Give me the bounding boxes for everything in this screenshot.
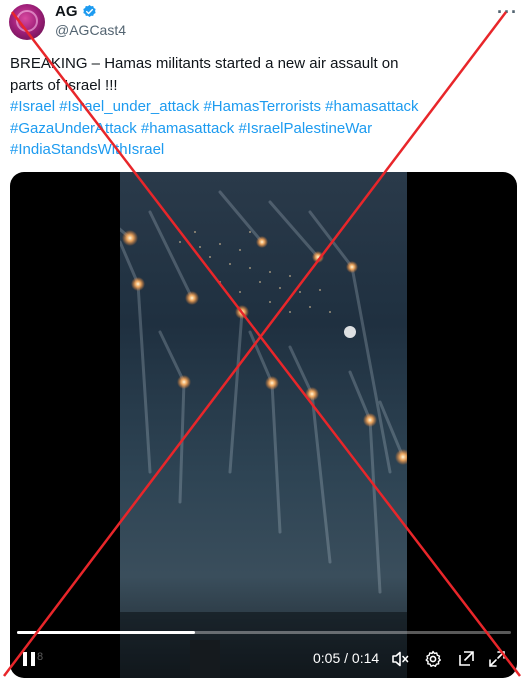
video-progress-bar[interactable] xyxy=(17,631,511,634)
hashtag-line-1: #Israel #Israel_under_attack #HamasTerro… xyxy=(10,96,450,118)
hashtag-link[interactable]: #GazaUnderAttack xyxy=(10,120,137,137)
verified-badge-icon xyxy=(82,4,96,17)
hashtag-link[interactable]: #HamasTerrorists xyxy=(203,98,321,115)
post-text: BREAKING – Hamas militants started a new… xyxy=(10,53,450,161)
author-name-row: AG xyxy=(55,3,97,20)
more-horizontal-icon[interactable]: ··· xyxy=(497,2,518,23)
video-player[interactable]: 8 0:05 / 0:14 xyxy=(10,172,517,678)
hashtag-link[interactable]: #hamasattack xyxy=(325,98,418,115)
video-frame[interactable] xyxy=(120,172,407,678)
hashtag-link[interactable]: #Israel xyxy=(10,98,55,115)
avatar[interactable] xyxy=(9,4,45,40)
hashtag-link[interactable]: #Israel_under_attack xyxy=(59,98,199,115)
video-progress-fill xyxy=(17,631,195,634)
pop-out-icon[interactable] xyxy=(456,649,476,669)
hashtag-link[interactable]: #IsraelPalestineWar xyxy=(238,120,372,137)
hashtag-link[interactable]: #hamasattack xyxy=(141,120,234,137)
mute-icon[interactable] xyxy=(390,649,410,669)
hashtag-link[interactable]: #IndiaStandsWithIsrael xyxy=(10,141,164,158)
post-text-line-2: parts of Israel !!! xyxy=(10,76,118,94)
tweet-card: AG @AGCast4 ··· BREAKING – Hamas militan… xyxy=(0,0,526,680)
hashtag-line-2: #GazaUnderAttack #hamasattack #IsraelPal… xyxy=(10,118,450,140)
settings-icon[interactable] xyxy=(423,649,443,669)
video-time: 0:05 / 0:14 xyxy=(313,650,380,666)
hashtag-line-3: #IndiaStandsWithIsrael xyxy=(10,139,450,161)
display-name[interactable]: AG xyxy=(55,3,78,20)
fullscreen-icon[interactable] xyxy=(487,649,507,669)
video-scene-art xyxy=(120,190,407,678)
user-handle[interactable]: @AGCast4 xyxy=(55,22,126,38)
post-text-line-1: BREAKING – Hamas militants started a new… xyxy=(10,55,399,72)
video-watermark: 8 xyxy=(37,651,44,663)
